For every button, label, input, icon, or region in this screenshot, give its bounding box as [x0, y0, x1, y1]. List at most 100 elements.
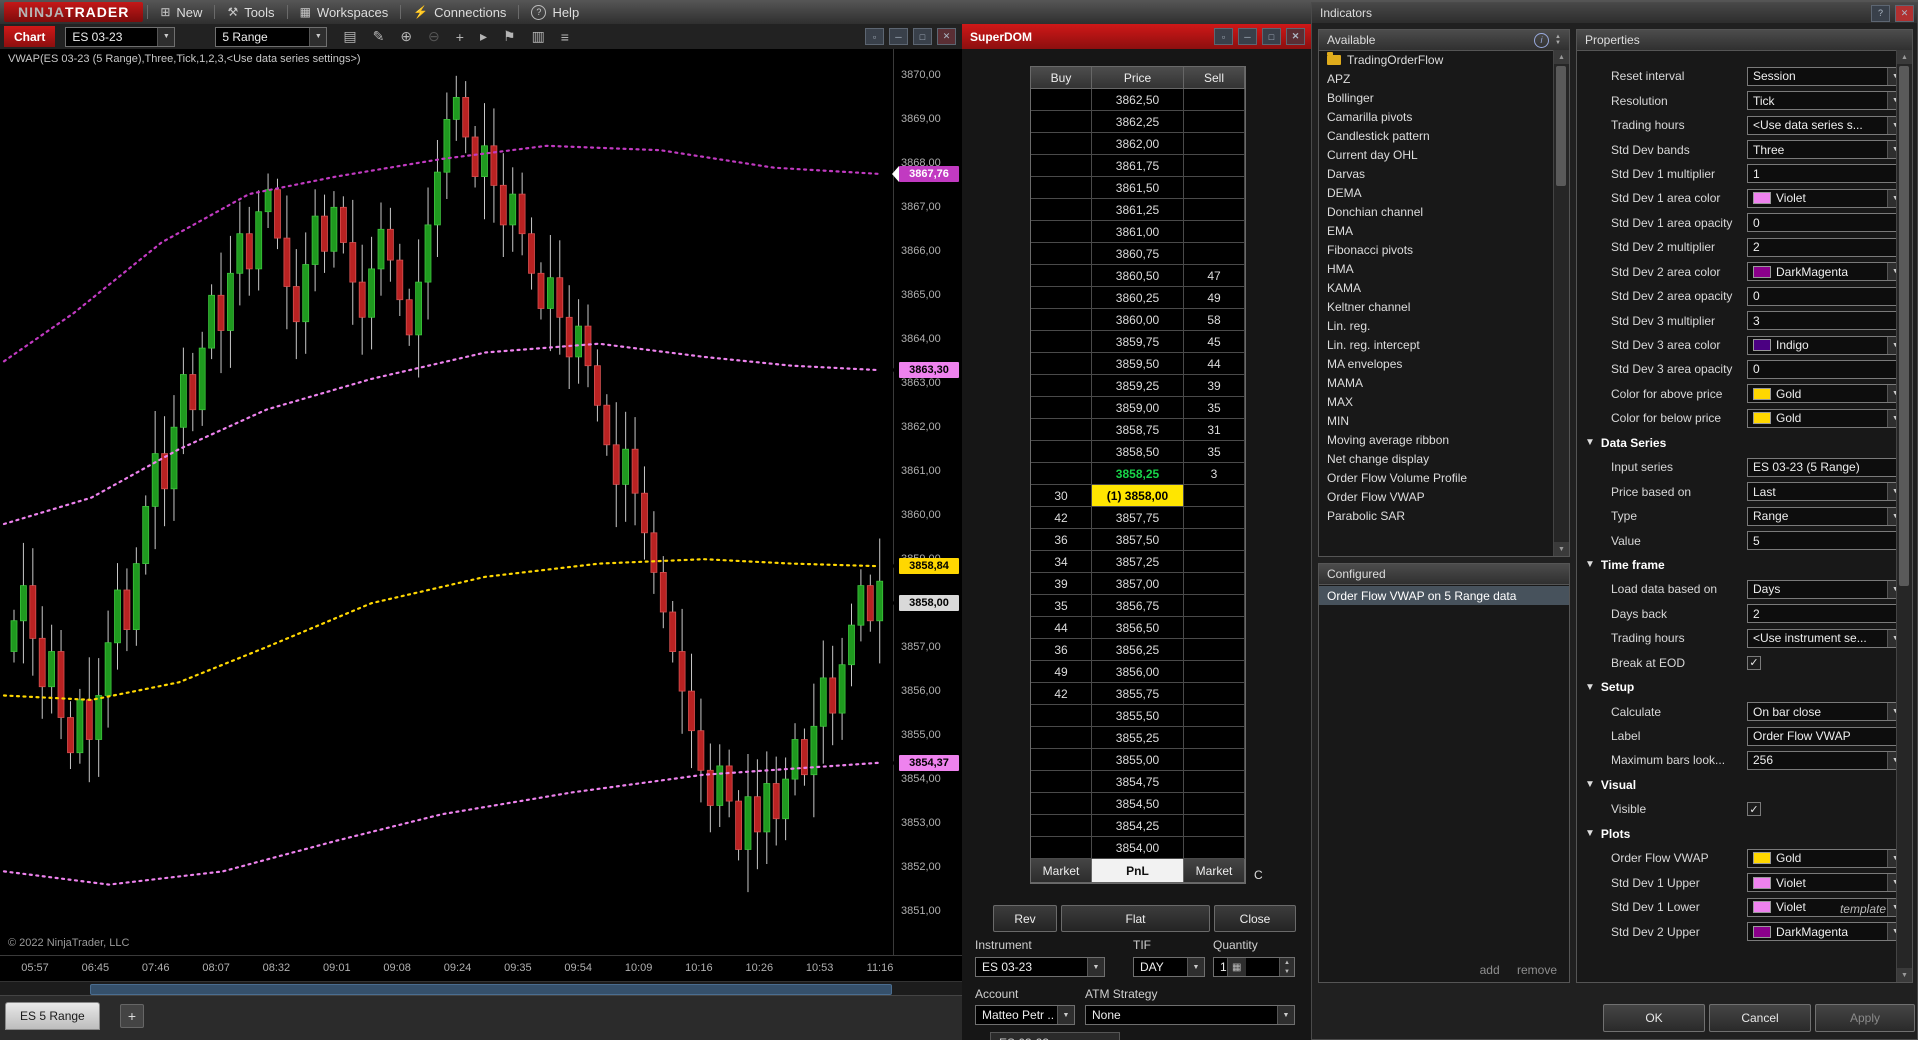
dialog-title-bar[interactable]: Indicators ? ✕ — [1312, 3, 1917, 23]
spin-down-icon[interactable]: ▼ — [1280, 967, 1294, 976]
scroll-down-icon[interactable]: ▼ — [1554, 542, 1569, 556]
dom-buy-cell[interactable] — [1031, 727, 1092, 749]
dom-buy-cell[interactable] — [1031, 243, 1092, 265]
property-value-color[interactable]: Violet▼ — [1747, 188, 1904, 208]
interval-dropdown[interactable]: 5 Range ▼ — [215, 26, 328, 47]
panel-collapse-control[interactable]: ▲ ▼ — [1555, 34, 1561, 46]
spin-up-icon[interactable]: ▲ — [1280, 958, 1294, 967]
chart-horizontal-scrollbar[interactable] — [0, 981, 962, 996]
property-value-checkbox[interactable]: ✓ — [1747, 802, 1761, 817]
dom-sell-cell[interactable] — [1184, 595, 1245, 617]
available-indicator-item[interactable]: APZ — [1319, 69, 1554, 88]
available-scrollbar[interactable]: ▲ ▼ — [1553, 50, 1569, 556]
dom-sell-cell[interactable]: 58 — [1184, 309, 1245, 331]
atm-strategy-dropdown[interactable]: None ▼ — [1085, 1005, 1295, 1025]
add-link[interactable]: add — [1480, 963, 1500, 977]
minimize-button[interactable]: ─ — [1238, 28, 1257, 45]
dom-sell-cell[interactable] — [1184, 573, 1245, 595]
available-indicator-item[interactable]: DEMA — [1319, 183, 1554, 202]
dom-sell-cell[interactable]: 44 — [1184, 353, 1245, 375]
dom-price-cell[interactable]: 3861,50 — [1092, 177, 1184, 199]
dom-sell-cell[interactable] — [1184, 551, 1245, 573]
dom-price-cell[interactable]: 3854,50 — [1092, 793, 1184, 815]
dom-sell-cell[interactable] — [1184, 177, 1245, 199]
scrollbar-thumb[interactable] — [90, 984, 892, 995]
dom-price-cell[interactable]: 3860,00 — [1092, 309, 1184, 331]
instrument-dropdown[interactable]: ES 03-23 ▼ — [65, 26, 176, 47]
dom-sell-cell[interactable] — [1184, 221, 1245, 243]
remove-link[interactable]: remove — [1517, 963, 1557, 977]
minimize-button[interactable]: ─ — [889, 28, 908, 45]
menu-tools[interactable]: ⚒ Tools — [215, 0, 286, 24]
dom-price-cell[interactable]: 3855,25 — [1092, 727, 1184, 749]
dom-price-cell[interactable]: 3856,00 — [1092, 661, 1184, 683]
dom-sell-cell[interactable]: 3 — [1184, 463, 1245, 485]
property-value-select[interactable]: Session▼ — [1747, 66, 1904, 86]
property-value-input[interactable]: 2 — [1747, 604, 1904, 624]
dom-buy-cell[interactable] — [1031, 397, 1092, 419]
available-indicator-item[interactable]: MAMA — [1319, 373, 1554, 392]
dom-buy-cell[interactable] — [1031, 793, 1092, 815]
dialog-help-button[interactable]: ? — [1871, 4, 1890, 22]
dom-buy-cell[interactable]: 34 — [1031, 551, 1092, 573]
dom-sell-cell[interactable] — [1184, 749, 1245, 771]
available-indicator-item[interactable]: Net change display — [1319, 449, 1554, 468]
maximize-button[interactable]: □ — [1262, 28, 1281, 45]
dom-buy-cell[interactable]: 42 — [1031, 683, 1092, 705]
property-value-input[interactable]: 3 — [1747, 311, 1904, 331]
dom-sell-cell[interactable] — [1184, 793, 1245, 815]
available-indicator-item[interactable]: MIN — [1319, 411, 1554, 430]
property-value-input[interactable]: 0 — [1747, 213, 1904, 233]
dom-buy-cell[interactable] — [1031, 221, 1092, 243]
dom-buy-cell[interactable] — [1031, 265, 1092, 287]
dom-sell-cell[interactable] — [1184, 705, 1245, 727]
dom-buy-cell[interactable] — [1031, 749, 1092, 771]
available-indicator-item[interactable]: Darvas — [1319, 164, 1554, 183]
chart-plot-area[interactable]: VWAP(ES 03-23 (5 Range),Three,Tick,1,2,3… — [0, 49, 893, 955]
dom-price-cell[interactable]: 3859,50 — [1092, 353, 1184, 375]
scrollbar-thumb[interactable] — [1556, 66, 1566, 186]
dom-sell-cell[interactable] — [1184, 89, 1245, 111]
dom-price-cell[interactable]: 3861,75 — [1092, 155, 1184, 177]
dom-price-cell[interactable]: 3857,00 — [1092, 573, 1184, 595]
close-button[interactable]: ✕ — [1286, 28, 1305, 45]
quantity-stepper[interactable]: 1 ▦ ▲ ▼ — [1213, 957, 1295, 977]
dom-sell-cell[interactable] — [1184, 617, 1245, 639]
dom-buy-cell[interactable] — [1031, 133, 1092, 155]
dom-price-cell[interactable]: 3858,25 — [1092, 463, 1184, 485]
dom-sell-cell[interactable] — [1184, 683, 1245, 705]
dom-sell-cell[interactable] — [1184, 639, 1245, 661]
dom-sell-cell[interactable] — [1184, 507, 1245, 529]
dom-buy-cell[interactable]: 42 — [1031, 507, 1092, 529]
dom-buy-cell[interactable] — [1031, 89, 1092, 111]
dom-buy-cell[interactable] — [1031, 375, 1092, 397]
available-indicator-item[interactable]: MAX — [1319, 392, 1554, 411]
dom-buy-cell[interactable] — [1031, 815, 1092, 837]
close-button[interactable]: ✕ — [937, 28, 956, 45]
dom-sell-cell[interactable]: 39 — [1184, 375, 1245, 397]
dom-buy-cell[interactable]: 36 — [1031, 529, 1092, 551]
dom-sell-cell[interactable]: 45 — [1184, 331, 1245, 353]
dom-price-cell[interactable]: 3854,25 — [1092, 815, 1184, 837]
menu-help[interactable]: ? Help — [519, 0, 591, 24]
maximize-button[interactable]: □ — [913, 28, 932, 45]
buy-market-button[interactable]: Market — [1031, 859, 1092, 883]
dom-buy-cell[interactable] — [1031, 463, 1092, 485]
property-value-select[interactable]: Tick▼ — [1747, 91, 1904, 111]
apply-button[interactable]: Apply — [1815, 1004, 1915, 1032]
dom-price-cell[interactable]: 3857,50 — [1092, 529, 1184, 551]
dom-price-cell[interactable]: 3854,00 — [1092, 837, 1184, 859]
scroll-up-icon[interactable]: ▲ — [1554, 50, 1569, 64]
drawing-tools-icon[interactable]: ✎ — [373, 28, 385, 45]
dom-price-cell[interactable]: 3856,75 — [1092, 595, 1184, 617]
dom-buy-cell[interactable] — [1031, 331, 1092, 353]
dom-sell-cell[interactable] — [1184, 771, 1245, 793]
indicator-folder-tradingorderflow[interactable]: TradingOrderFlow — [1319, 50, 1554, 69]
ok-button[interactable]: OK — [1603, 1004, 1705, 1032]
dom-buy-cell[interactable]: 44 — [1031, 617, 1092, 639]
dom-buy-cell[interactable] — [1031, 837, 1092, 859]
dom-price-cell[interactable]: 3862,00 — [1092, 133, 1184, 155]
property-value-input[interactable]: Order Flow VWAP — [1747, 726, 1904, 746]
scrollbar-thumb[interactable] — [1899, 66, 1909, 586]
configured-indicator-item[interactable]: Order Flow VWAP on 5 Range data — [1319, 586, 1569, 605]
